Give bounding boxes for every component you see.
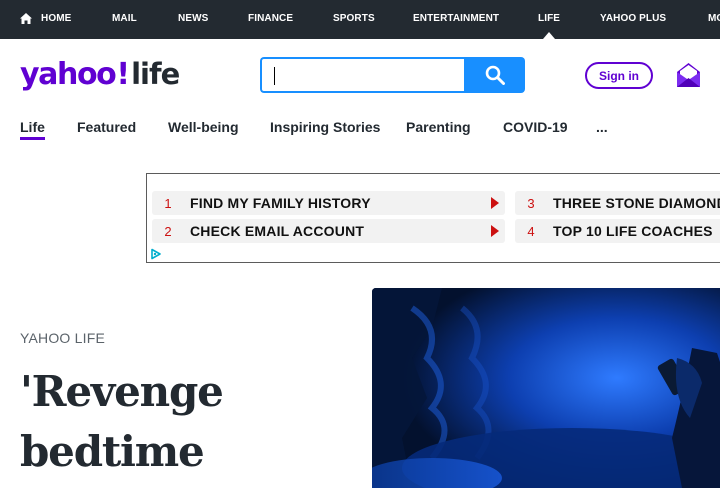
topnav-finance-link[interactable]: FINANCE	[248, 13, 293, 24]
subnav-featured[interactable]: Featured	[77, 119, 136, 135]
ad-link-text: THREE STONE DIAMOND	[553, 195, 720, 211]
ad-link-4[interactable]: 4 TOP 10 LIFE COACHES	[515, 219, 720, 243]
search-box	[260, 57, 465, 93]
logo-yahoo-text: yahoo	[20, 57, 117, 92]
topnav-entertainment-link[interactable]: ENTERTAINMENT	[413, 13, 499, 24]
text-cursor	[274, 67, 275, 85]
home-icon	[20, 13, 32, 24]
subnav-more[interactable]: ...	[596, 119, 608, 135]
active-tab-indicator	[543, 32, 555, 39]
ad-link-number: 4	[527, 223, 535, 239]
ad-arrow-icon	[491, 225, 499, 237]
ad-link-number: 1	[164, 195, 172, 211]
article-source-label: YAHOO LIFE	[20, 330, 105, 346]
topnav-news-link[interactable]: NEWS	[178, 13, 208, 24]
ad-link-2[interactable]: 2 CHECK EMAIL ACCOUNT	[152, 219, 505, 243]
topnav-life-link[interactable]: LIFE	[538, 13, 560, 24]
ad-link-number: 2	[164, 223, 172, 239]
article-hero-image[interactable]	[372, 288, 720, 488]
subnav-well-being[interactable]: Well-being	[168, 119, 239, 135]
top-navigation-bar: HOME MAIL NEWS FINANCE SPORTS ENTERTAINM…	[0, 0, 720, 39]
ad-choices-icon[interactable]	[150, 248, 162, 260]
subnav-life[interactable]: Life	[20, 119, 45, 135]
logo-exclamation: !	[116, 57, 131, 92]
search-button[interactable]	[464, 57, 525, 93]
ad-link-text: FIND MY FAMILY HISTORY	[190, 195, 371, 211]
ad-link-text: TOP 10 LIFE COACHES	[553, 223, 713, 239]
ad-link-1[interactable]: 1 FIND MY FAMILY HISTORY	[152, 191, 505, 215]
subnav-inspiring-stories[interactable]: Inspiring Stories	[270, 119, 380, 135]
topnav-more-link[interactable]: MO	[708, 13, 720, 24]
yahoo-life-logo[interactable]: yahoo ! life	[20, 57, 180, 97]
logo-life-text: life	[131, 57, 180, 91]
advertisement-box: 1 FIND MY FAMILY HISTORY 2 CHECK EMAIL A…	[146, 173, 720, 263]
hero-image-illustration	[372, 288, 720, 488]
topnav-sports-link[interactable]: SPORTS	[333, 13, 375, 24]
ad-link-number: 3	[527, 195, 535, 211]
article-headline[interactable]: 'Revenge bedtime	[20, 362, 350, 482]
topnav-yahoo-plus-link[interactable]: YAHOO PLUS	[600, 13, 666, 24]
search-icon	[485, 65, 505, 85]
subnav-parenting[interactable]: Parenting	[406, 119, 471, 135]
ad-link-text: CHECK EMAIL ACCOUNT	[190, 223, 365, 239]
topnav-mail-link[interactable]: MAIL	[112, 13, 137, 24]
active-section-underline	[20, 137, 45, 140]
mail-icon[interactable]	[676, 62, 701, 88]
subnav-covid-19[interactable]: COVID-19	[503, 119, 568, 135]
ad-arrow-icon	[491, 197, 499, 209]
topnav-home-link[interactable]: HOME	[41, 13, 71, 24]
ad-link-3[interactable]: 3 THREE STONE DIAMOND	[515, 191, 720, 215]
sign-in-button[interactable]: Sign in	[585, 62, 653, 89]
search-input[interactable]	[262, 59, 465, 91]
